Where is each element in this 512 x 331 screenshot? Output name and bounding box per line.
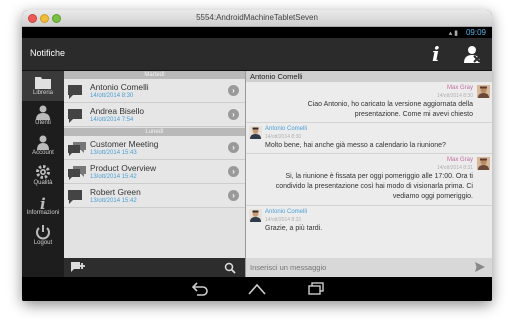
nav-label: Account <box>32 150 54 156</box>
item-title: Antonio Comelli <box>90 82 149 92</box>
message-input[interactable] <box>250 261 460 274</box>
chat-messages: Max Gray 14/ott/2014 8:30 Ciao Antonio, … <box>245 82 492 258</box>
gear-icon <box>36 165 50 179</box>
chat-message: Max Gray 14/ott/2014 8:31 Si, la riunion… <box>246 154 492 206</box>
message-date: 14/ott/2014 8:30 <box>265 134 302 140</box>
chat-group-icon <box>68 166 86 180</box>
message-composer <box>245 258 492 277</box>
android-nav-bar <box>22 277 492 301</box>
status-time: 09:09 <box>465 28 486 37</box>
avatar <box>249 126 262 139</box>
avatar <box>477 85 490 98</box>
page-title: Notifiche <box>30 48 66 58</box>
message-date: 14/ott/2014 8:30 <box>436 93 473 99</box>
info-icon: i <box>40 195 46 210</box>
item-date: 13/ott/2014 15:42 <box>90 198 137 204</box>
chat-icon <box>68 85 82 99</box>
list-item[interactable]: Robert Green 13/ott/2014 15:42 › <box>64 184 245 208</box>
item-title: Robert Green <box>90 187 141 197</box>
item-date: 14/ott/2014 8:30 <box>90 93 134 99</box>
nav-label: Utenti <box>35 120 51 126</box>
item-title: Product Overview <box>90 163 157 173</box>
nav-item-logout[interactable]: Logout <box>22 221 64 251</box>
chat-icon <box>68 109 82 123</box>
avatar <box>249 209 262 222</box>
message-date: 14/ott/2014 8:32 <box>265 217 302 223</box>
nav-item-libreria[interactable]: Libreria <box>22 71 64 101</box>
nav-item-utenti[interactable]: Utenti <box>22 101 64 131</box>
users-icon <box>36 105 50 120</box>
folder-icon <box>35 77 51 89</box>
message-sender: Antonio Comelli <box>265 126 308 132</box>
chevron-right-icon[interactable]: › <box>228 166 239 177</box>
nav-label: Qualità <box>33 180 53 186</box>
window-title: 5554:AndroidMachineTabletSeven <box>196 13 318 22</box>
chat-header: Antonio Comelli <box>245 71 492 82</box>
emulator-window: 5554:AndroidMachineTabletSeven ▴ ▮ 09:09… <box>22 10 492 301</box>
power-icon <box>36 225 50 240</box>
user-remove-icon[interactable] <box>462 44 482 64</box>
section-header: Martedì <box>64 71 245 79</box>
list-item[interactable]: Antonio Comelli 14/ott/2014 8:30 › <box>64 79 245 103</box>
avatar <box>477 157 490 170</box>
message-text: Molto bene, hai anche già messo a calend… <box>265 142 446 149</box>
chat-contact-name: Antonio Comelli <box>250 72 303 81</box>
svg-text:i: i <box>40 195 46 210</box>
chat-message: Antonio Comelli 14/ott/2014 8:30 Molto b… <box>246 123 492 154</box>
side-navigation: Libreria Utenti Account Qualità i Inform… <box>22 71 64 277</box>
nav-label: Libreria <box>32 90 53 96</box>
nav-label: Logout <box>33 240 53 246</box>
message-sender: Antonio Comelli <box>265 209 308 215</box>
chevron-right-icon[interactable]: › <box>228 142 239 153</box>
message-text: Grazie, a più tardi. <box>265 225 323 232</box>
list-item[interactable]: Product Overview 13/ott/2014 15:42 › <box>64 160 245 184</box>
nav-item-qualita[interactable]: Qualità <box>22 161 64 191</box>
chat-message: Max Gray 14/ott/2014 8:30 Ciao Antonio, … <box>246 82 492 123</box>
item-title: Andrea Bisello <box>90 106 145 116</box>
window-titlebar: 5554:AndroidMachineTabletSeven <box>22 10 492 27</box>
recent-apps-icon[interactable] <box>307 282 325 296</box>
nav-label: Informazioni <box>26 210 60 216</box>
chevron-right-icon[interactable]: › <box>228 85 239 96</box>
section-header: Lunedì <box>64 128 245 136</box>
chat-message: Antonio Comelli 14/ott/2014 8:32 Grazie,… <box>246 206 492 237</box>
list-toolbar <box>64 258 245 277</box>
conversation-list: Martedì Antonio Comelli 14/ott/2014 8:30… <box>64 71 245 258</box>
item-date: 14/ott/2014 7:54 <box>90 117 134 123</box>
list-item[interactable]: Customer Meeting 13/ott/2014 15:43 › <box>64 136 245 160</box>
chat-icon <box>68 190 82 204</box>
android-status-bar: ▴ ▮ 09:09 <box>22 27 492 38</box>
send-icon[interactable] <box>474 261 486 273</box>
chat-group-icon <box>68 142 86 156</box>
message-date: 14/ott/2014 8:31 <box>436 165 473 171</box>
signal-battery-icon: ▴ ▮ <box>448 30 458 37</box>
list-item[interactable]: Andrea Bisello 14/ott/2014 7:54 › <box>64 103 245 127</box>
nav-item-account[interactable]: Account <box>22 131 64 161</box>
action-bar: Notifiche i <box>22 38 492 71</box>
item-title: Customer Meeting <box>90 139 159 149</box>
home-icon[interactable] <box>248 282 266 296</box>
nav-item-informazioni[interactable]: i Informazioni <box>22 191 64 221</box>
back-icon[interactable] <box>190 282 208 296</box>
message-text: Ciao Antonio, ho caricato la versione ag… <box>307 101 473 118</box>
chevron-right-icon[interactable]: › <box>228 109 239 120</box>
chevron-right-icon[interactable]: › <box>228 190 239 201</box>
message-sender: Max Gray <box>446 85 473 91</box>
message-text: Si, la riunione è fissata per oggi pomer… <box>275 173 473 200</box>
message-sender: Max Gray <box>446 157 473 163</box>
search-icon[interactable] <box>224 262 236 274</box>
info-icon[interactable]: i <box>432 42 440 66</box>
account-icon <box>37 135 49 150</box>
new-chat-icon[interactable] <box>70 261 86 274</box>
item-date: 13/ott/2014 15:42 <box>90 174 137 180</box>
item-date: 13/ott/2014 15:43 <box>90 150 137 156</box>
